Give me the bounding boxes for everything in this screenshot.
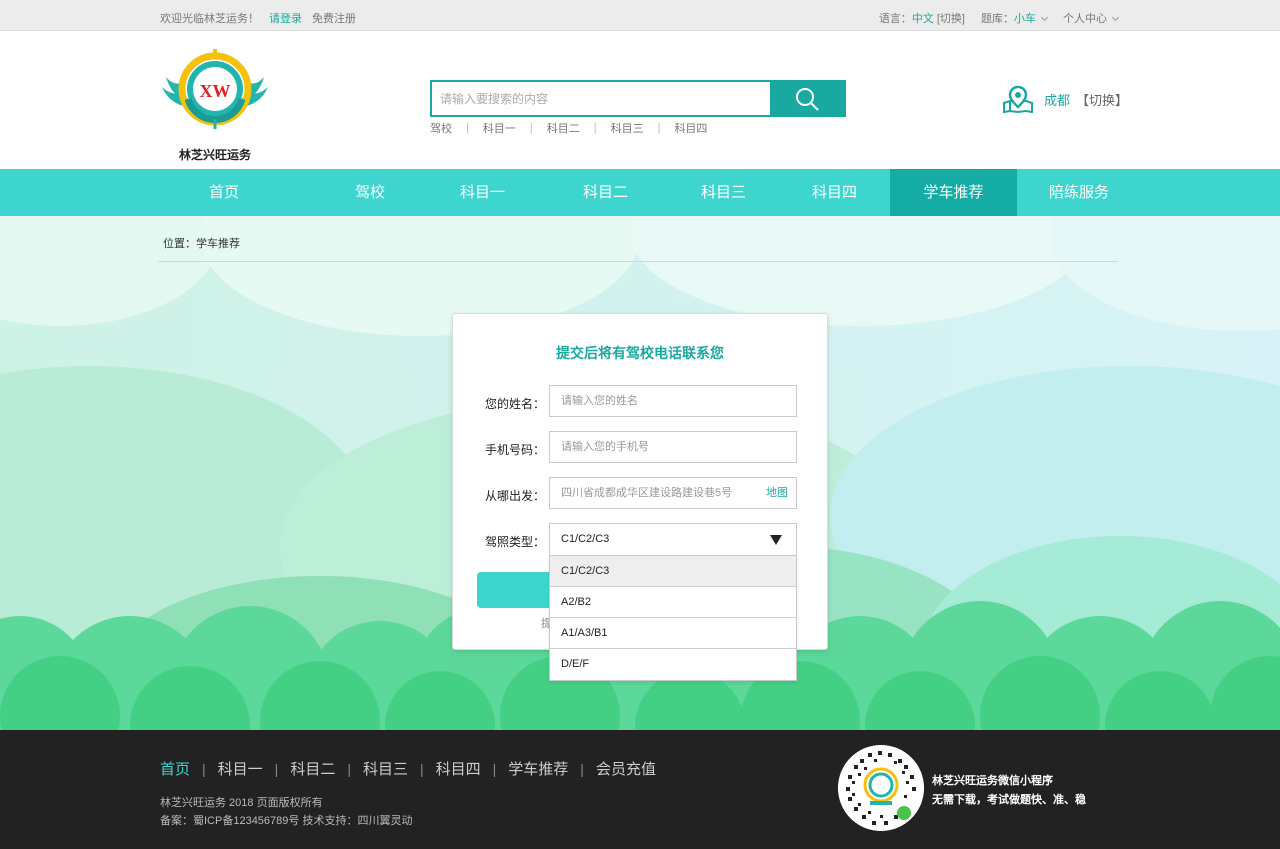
nav-item-home[interactable]: 首页	[163, 169, 285, 216]
hotlink-item[interactable]: 科目一	[483, 120, 516, 136]
welcome-text: 欢迎光临林芝运务！	[160, 13, 259, 25]
site-footer: 首页 | 科目一 | 科目二 | 科目三 | 科目四 | 学车推荐 | 会员充值 林芝兴旺运…	[0, 730, 1280, 849]
site-header: XW 林芝兴旺运务 驾校| 科目一| 科目二| 科目三| 科目四 成都 【切换】	[0, 31, 1280, 169]
site-logo[interactable]: XW 林芝兴旺运务	[160, 47, 270, 162]
login-link[interactable]: 请登录	[269, 10, 302, 26]
nav-item-subject-one[interactable]: 科目一	[425, 169, 540, 216]
city-switch-link[interactable]: 【切换】	[1076, 90, 1128, 109]
chevron-down-icon	[1040, 13, 1049, 22]
footer-link-recommendation[interactable]: 学车推荐	[508, 758, 568, 779]
phone-input[interactable]	[549, 431, 797, 463]
question-bank-selector[interactable]: 题库：小车	[981, 10, 1049, 26]
footer-link-subject-one[interactable]: 科目一	[218, 758, 263, 779]
departure-value: 四川省成都成华区建设路建设巷5号	[561, 487, 733, 499]
license-type-options: C1/C2/C3 A2/B2 A1/A3/B1 D/E/F	[549, 555, 797, 681]
license-option[interactable]: C1/C2/C3	[550, 556, 796, 587]
nav-item-driving-school[interactable]: 驾校	[310, 169, 430, 216]
name-input[interactable]	[549, 385, 797, 417]
hotlink-item[interactable]: 科目二	[547, 120, 580, 136]
license-type-label: 驾照类型：	[485, 535, 546, 549]
submit-button[interactable]	[477, 572, 557, 608]
search-icon	[796, 87, 819, 111]
language-switch[interactable]: [切换]	[937, 13, 965, 25]
license-option[interactable]: A2/B2	[550, 587, 796, 618]
language-value: 中文	[911, 13, 934, 25]
breadcrumb-divider	[158, 261, 1118, 262]
hotlink-item[interactable]: 科目四	[674, 120, 707, 136]
nav-item-subject-three[interactable]: 科目三	[666, 169, 781, 216]
license-selected-value: C1/C2/C3	[561, 533, 610, 545]
welcome-area: 欢迎光临林芝运务！ 请登录 免费注册	[160, 10, 356, 26]
form-title: 提交后将有驾校电话联系您	[556, 345, 724, 361]
logo-brand-name: 林芝兴旺运务	[178, 148, 251, 162]
current-city: 成都	[1044, 92, 1071, 108]
copyright-text: 林芝兴旺运务 2018 页面版权所有	[160, 797, 323, 809]
footer-link-home[interactable]: 首页	[160, 758, 190, 779]
hotlink-item[interactable]: 驾校	[430, 120, 452, 136]
footer-link-recharge[interactable]: 会员充值	[596, 758, 656, 779]
hotlink-item[interactable]: 科目三	[611, 120, 644, 136]
phone-label: 手机号码：	[485, 443, 546, 457]
mini-program-info: 林芝兴旺运务微信小程序 无需下载，考试做题快、准、稳	[932, 772, 1086, 810]
search-box	[430, 80, 846, 117]
city-selector[interactable]: 成都 【切换】	[1002, 85, 1128, 113]
qr-code-icon	[838, 745, 924, 831]
nav-item-subject-two[interactable]: 科目二	[548, 169, 663, 216]
footer-copyright: 林芝兴旺运务 2018 页面版权所有 备案：蜀ICP备123456789号 技术…	[160, 794, 412, 830]
logo-emblem-icon: XW	[162, 49, 268, 129]
logo-letters: XW	[200, 81, 231, 101]
license-type-select[interactable]: C1/C2/C3	[549, 523, 797, 556]
nav-item-recommendation[interactable]: 学车推荐	[890, 169, 1017, 216]
top-bar: 欢迎光临林芝运务！ 请登录 免费注册 语言：中文 [切换] 题库：小车 个人中心	[0, 0, 1280, 31]
footer-link-subject-two[interactable]: 科目二	[290, 758, 335, 779]
license-option[interactable]: D/E/F	[550, 649, 796, 680]
breadcrumb: 位置：学车推荐	[163, 238, 240, 250]
dropdown-arrow-icon	[770, 535, 782, 545]
personal-center-label: 个人中心	[1063, 13, 1107, 25]
language-selector[interactable]: 语言：中文 [切换]	[879, 10, 965, 26]
bank-value: 小车	[1014, 13, 1036, 25]
search-button[interactable]	[770, 82, 844, 115]
bank-label: 题库：	[981, 13, 1014, 25]
mini-program-qr-code	[838, 745, 924, 831]
license-option[interactable]: A1/A3/B1	[550, 618, 796, 649]
departure-label: 从哪出发：	[485, 489, 546, 503]
nav-item-practice-service[interactable]: 陪练服务	[1020, 169, 1138, 216]
hot-search-links: 驾校 | 科目一 | 科目二 | 科目三 | 科目四	[430, 120, 708, 136]
mini-program-desc: 无需下载，考试做题快、准、稳	[932, 794, 1086, 806]
nav-item-subject-four[interactable]: 科目四	[777, 169, 892, 216]
footer-link-subject-four[interactable]: 科目四	[436, 758, 481, 779]
chevron-down-icon	[1111, 13, 1120, 22]
map-link[interactable]: 地图	[766, 478, 788, 508]
footer-link-subject-three[interactable]: 科目三	[363, 758, 408, 779]
register-link[interactable]: 免费注册	[312, 10, 356, 26]
personal-center-menu[interactable]: 个人中心	[1063, 10, 1120, 26]
mini-program-title: 林芝兴旺运务微信小程序	[932, 775, 1053, 787]
footer-links: 首页 | 科目一 | 科目二 | 科目三 | 科目四 | 学车推荐 | 会员充值	[160, 758, 656, 779]
search-input[interactable]	[432, 82, 770, 115]
topbar-right: 语言：中文 [切换] 题库：小车 个人中心	[879, 10, 1120, 26]
departure-input[interactable]: 四川省成都成华区建设路建设巷5号 地图	[549, 477, 797, 509]
location-map-icon	[1003, 85, 1033, 113]
main-nav: 首页 驾校 科目一 科目二 科目三 科目四 学车推荐 陪练服务	[0, 169, 1280, 216]
name-label: 您的姓名：	[485, 397, 546, 411]
language-label: 语言：	[878, 13, 912, 25]
icp-text: 备案：蜀ICP备123456789号 技术支持：四川翼灵动	[160, 815, 413, 827]
